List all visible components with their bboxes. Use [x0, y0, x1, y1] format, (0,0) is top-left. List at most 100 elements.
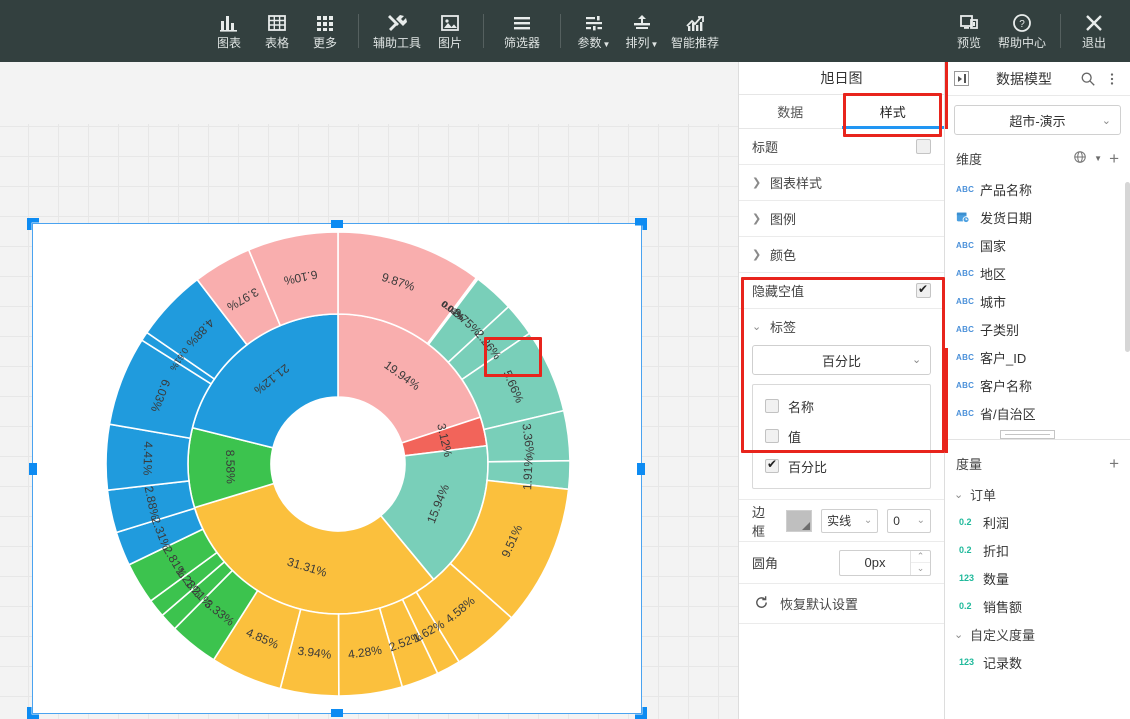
section-label-settings: ⌄ 标签 百分比 ⌄ 名称 值 百分比	[739, 309, 944, 500]
border-color-swatch[interactable]	[786, 510, 812, 532]
toolbar-item-image[interactable]: 图片	[426, 0, 474, 62]
checkbox-name[interactable]	[765, 399, 779, 413]
spinner-buttons[interactable]: ⌃ ⌄	[910, 551, 930, 575]
resize-handle-top[interactable]	[331, 220, 343, 228]
abc-text-icon: ABC	[956, 241, 972, 250]
sunburst-chart[interactable]: 19.94%3.12%15.94%31.31%8.58%21.12%9.87%0…	[33, 224, 643, 715]
plus-icon[interactable]: +	[1109, 153, 1119, 165]
reset-label: 恢复默认设置	[780, 594, 858, 613]
datasource-select[interactable]: 超市-演示 ⌄	[954, 105, 1121, 135]
more-vertical-icon[interactable]	[1103, 70, 1121, 88]
chart-container[interactable]: 19.94%3.12%15.94%31.31%8.58%21.12%9.87%0…	[32, 223, 642, 714]
section-label: 图例	[770, 209, 796, 228]
field-name: 产品名称	[980, 180, 1032, 199]
toolbar-item-preview[interactable]: 预览	[945, 0, 993, 62]
number-type-icon: 123	[959, 573, 975, 583]
dimension-field[interactable]: ABC客户名称	[945, 371, 1130, 399]
section-label-header[interactable]: ⌄ 标签	[739, 309, 944, 343]
top-toolbar: 图表 表格 更多 辅助工具 图片	[0, 0, 1130, 62]
toolbar-item-align[interactable]: 排列▼	[618, 0, 666, 62]
dimension-field[interactable]: ABC地区	[945, 259, 1130, 287]
plus-icon[interactable]: +	[1109, 458, 1119, 470]
dimension-field[interactable]: ABC 国家	[945, 231, 1130, 259]
checkbox-value[interactable]	[765, 429, 779, 443]
toolbar-item-more[interactable]: 更多	[301, 0, 349, 62]
chevron-down-icon: ⌄	[864, 515, 872, 526]
field-name: 国家	[980, 236, 1006, 255]
reset-defaults-button[interactable]: 恢复默认设置	[739, 584, 944, 624]
sunburst-segment-label: 4.41%	[140, 441, 155, 476]
toolbar-item-filter[interactable]: 筛选器	[493, 0, 551, 62]
globe-icon[interactable]	[1073, 150, 1087, 167]
canvas-area[interactable]: 19.94%3.12%15.94%31.31%8.58%21.12%9.87%0…	[0, 62, 738, 719]
toolbar-item-smart[interactable]: 智能推荐	[666, 0, 724, 62]
resize-handle-bottom[interactable]	[331, 709, 343, 717]
search-icon[interactable]	[1079, 70, 1097, 88]
panel-resize-divider[interactable]	[945, 431, 1130, 440]
tab-label: 数据	[777, 102, 803, 121]
calendar-icon	[956, 210, 972, 224]
border-label: 边框	[752, 502, 777, 540]
hide-empty-checkbox[interactable]	[916, 283, 931, 298]
field-name: 地区	[980, 264, 1006, 283]
dimension-field[interactable]: ABC客户_ID	[945, 343, 1130, 371]
section-chart-style[interactable]: ❯ 图表样式	[739, 165, 944, 201]
resize-handle-right[interactable]	[637, 463, 645, 475]
dimension-field[interactable]: ABC产品名称	[945, 175, 1130, 203]
toolbar-item-params[interactable]: 参数▼	[570, 0, 618, 62]
radius-spinner[interactable]: ⌃ ⌄	[839, 550, 931, 576]
dimension-field[interactable]: ABC城市	[945, 287, 1130, 315]
option-label: 名称	[788, 397, 814, 416]
spinner-up-icon[interactable]: ⌃	[911, 551, 930, 564]
measures-label: 度量	[956, 454, 982, 473]
label-option-percent[interactable]: 百分比	[753, 451, 930, 481]
section-legend[interactable]: ❯ 图例	[739, 201, 944, 237]
tab-data[interactable]: 数据	[739, 95, 842, 128]
chevron-down-icon: ⌄	[1102, 114, 1111, 127]
label-mode-value: 百分比	[822, 351, 861, 370]
toolbar-item-table[interactable]: 表格	[253, 0, 301, 62]
data-panel-scrollbar[interactable]	[1125, 182, 1130, 352]
measure-field[interactable]: 0.2利润	[945, 508, 1130, 536]
resize-handle-left[interactable]	[29, 463, 37, 475]
measures-header: 度量 +	[945, 447, 1130, 480]
measure-group-header[interactable]: ⌄自定义度量	[945, 620, 1130, 648]
title-checkbox[interactable]	[916, 139, 931, 154]
chevron-right-icon: ❯	[752, 212, 761, 225]
toolbar-divider	[483, 14, 484, 48]
toolbar-item-chart[interactable]: 图表	[205, 0, 253, 62]
toolbar-item-tools[interactable]: 辅助工具	[368, 0, 426, 62]
border-width-select[interactable]: 0 ⌄	[887, 509, 931, 533]
dimension-field[interactable]: 发货日期	[945, 203, 1130, 231]
toolbar-item-help[interactable]: ? 帮助中心	[993, 0, 1051, 62]
chevron-down-icon[interactable]: ▼	[1094, 154, 1102, 163]
measure-field[interactable]: 123记录数	[945, 648, 1130, 676]
style-panel-tabs: 数据 样式	[739, 95, 944, 129]
field-name: 利润	[983, 513, 1009, 532]
spinner-down-icon[interactable]: ⌄	[911, 563, 930, 575]
measure-field[interactable]: 0.2折扣	[945, 536, 1130, 564]
dimension-field[interactable]: ABC子类别	[945, 315, 1130, 343]
checkbox-percent[interactable]	[765, 459, 779, 473]
collapse-panel-icon[interactable]	[954, 71, 969, 86]
radius-input[interactable]	[840, 551, 910, 575]
measure-group-header[interactable]: ⌄订单	[945, 480, 1130, 508]
measure-field[interactable]: 123数量	[945, 564, 1130, 592]
tab-style[interactable]: 样式	[842, 95, 945, 128]
toolbar-label: 参数▼	[578, 37, 611, 51]
toolbar-label: 筛选器	[504, 37, 540, 50]
row-title-toggle[interactable]: 标题	[739, 129, 944, 165]
measure-field[interactable]: 0.2销售额	[945, 592, 1130, 620]
toolbar-item-exit[interactable]: 退出	[1070, 0, 1118, 62]
number-type-icon: 0.2	[959, 601, 975, 611]
section-color[interactable]: ❯ 颜色	[739, 237, 944, 273]
dimension-field[interactable]: ABC省/自治区	[945, 399, 1130, 427]
row-hide-empty[interactable]: 隐藏空值	[739, 273, 944, 309]
label-option-value[interactable]: 值	[753, 421, 930, 451]
label-option-name[interactable]: 名称	[753, 391, 930, 421]
chevron-down-icon: ▼	[603, 40, 611, 49]
toolbar-divider	[358, 14, 359, 48]
reset-icon	[754, 595, 769, 613]
label-mode-select[interactable]: 百分比 ⌄	[752, 345, 931, 375]
border-style-select[interactable]: 实线 ⌄	[821, 509, 878, 533]
